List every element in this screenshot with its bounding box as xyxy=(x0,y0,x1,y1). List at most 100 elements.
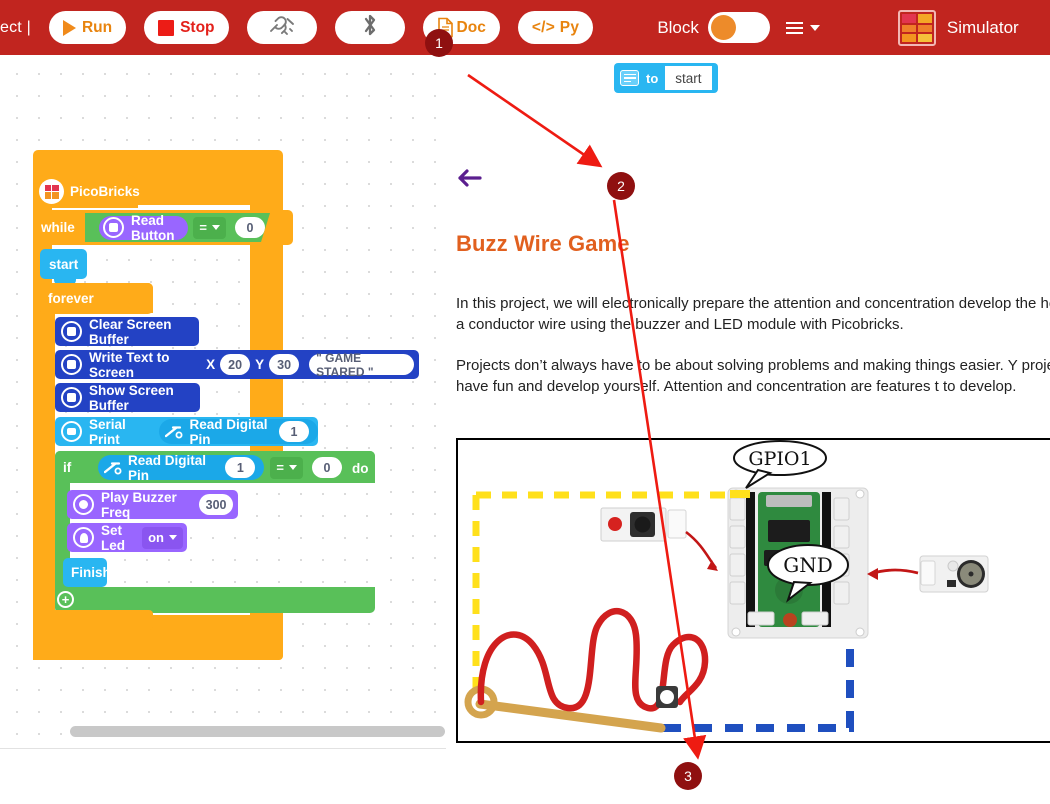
operator-dropdown[interactable]: = xyxy=(193,217,226,239)
page-title: Buzz Wire Game xyxy=(456,231,630,256)
if-operator-label: = xyxy=(276,460,284,475)
workspace-bottom-divider xyxy=(0,748,446,749)
clear-screen-buffer-block[interactable]: Clear Screen Buffer xyxy=(55,316,199,347)
while-bottom-bar xyxy=(33,640,283,660)
forever-label: forever xyxy=(48,291,94,306)
stop-square-icon xyxy=(158,19,175,36)
unplug-icon xyxy=(267,14,297,41)
hamburger-menu-icon xyxy=(785,21,803,34)
play-buzzer-block[interactable]: Play Buzzer Freq 300 xyxy=(67,489,238,520)
write-text-y-field[interactable]: 30 xyxy=(269,354,300,375)
if-label: if xyxy=(63,459,72,475)
if-block-add-bar[interactable] xyxy=(55,588,375,610)
to-start-field[interactable]: start xyxy=(665,66,712,90)
show-screen-buffer-block[interactable]: Show Screen Buffer xyxy=(55,383,200,413)
doc-paragraph-2: Projects don’t always have to be about s… xyxy=(456,357,1050,395)
play-buzzer-label: Play Buzzer Freq xyxy=(101,489,177,520)
serial-print-label: Serial Print xyxy=(89,416,126,447)
if-operator-dropdown[interactable]: = xyxy=(270,457,303,479)
read-button-block[interactable]: Read Button xyxy=(99,216,188,240)
chevron-down-icon xyxy=(212,225,220,230)
if-condition-comparison[interactable]: Read Digital Pin 1 = 0 xyxy=(82,454,347,481)
back-arrow-icon[interactable] xyxy=(456,167,482,194)
if-read-digital-pin-block[interactable]: Read Digital Pin 1 xyxy=(98,455,264,480)
simulator-label: Simulator xyxy=(946,17,1019,37)
digital-pin-number-field[interactable]: 1 xyxy=(279,421,309,442)
project-name-field[interactable]: ect | xyxy=(0,19,31,37)
bluetooth-icon xyxy=(361,13,379,42)
set-led-state-label: on xyxy=(148,530,164,545)
badge-2-number: 2 xyxy=(617,178,625,194)
documentation-panel[interactable]: to start Buzz Wire Game In this project,… xyxy=(446,55,1050,804)
if-do-label-wrap: do xyxy=(352,459,372,477)
to-label: to xyxy=(646,70,659,86)
clear-screen-label: Clear Screen Buffer xyxy=(89,316,172,347)
svg-text:GPIO1: GPIO1 xyxy=(748,448,811,470)
start-block[interactable]: start xyxy=(40,249,87,285)
chevron-down-icon xyxy=(169,535,177,540)
simulator-button[interactable]: Simulator xyxy=(897,9,1019,46)
run-button[interactable]: Run xyxy=(48,11,127,44)
python-button[interactable]: </> Py xyxy=(517,11,594,44)
annotation-badge-1: 1 xyxy=(425,29,453,57)
connect-button[interactable] xyxy=(246,11,317,44)
comment-icon xyxy=(620,70,639,86)
block-workspace[interactable]: PicoBricks while Read Button = 0 start f… xyxy=(0,55,446,749)
forever-bottom-bar xyxy=(40,610,153,630)
digital-pin-icon xyxy=(165,424,184,439)
app-root: ect | Run Stop Doc </> Py Block Simulato… xyxy=(0,0,1050,804)
play-icon xyxy=(62,19,76,36)
button-module-icon xyxy=(103,217,124,238)
doc-label: Doc xyxy=(456,18,486,36)
menu-button[interactable] xyxy=(785,21,820,34)
workspace-horizontal-scrollbar[interactable] xyxy=(70,726,445,737)
if-read-digital-pin-label: Read Digital Pin xyxy=(128,452,207,483)
write-text-string-field[interactable]: " GAME STARED " xyxy=(309,351,414,379)
led-module-icon xyxy=(73,527,94,548)
serial-module-icon xyxy=(61,421,82,442)
buzzer-module-icon xyxy=(73,494,94,515)
add-condition-icon[interactable]: + xyxy=(57,591,74,608)
oled-module-icon xyxy=(61,354,82,375)
project-name-text: ect | xyxy=(0,18,31,36)
badge-3-number: 3 xyxy=(684,768,692,784)
serial-print-block[interactable]: Serial Print Read Digital Pin 1 xyxy=(55,416,318,447)
read-digital-pin-label: Read Digital Pin xyxy=(189,416,268,447)
oled-module-icon xyxy=(61,387,82,408)
write-text-x-field[interactable]: 20 xyxy=(220,354,251,375)
python-label: </> Py xyxy=(531,18,580,36)
wiring-diagram-image: GPIO1 GND xyxy=(456,438,1050,743)
set-led-label: Set Led xyxy=(101,522,126,553)
block-mode-toggle[interactable] xyxy=(707,12,770,43)
write-text-y-label: Y xyxy=(255,357,265,372)
bluetooth-button[interactable] xyxy=(334,11,405,44)
buzzer-freq-field[interactable]: 300 xyxy=(199,494,233,515)
finish-block[interactable]: Finish xyxy=(63,558,111,587)
annotation-badge-2: 2 xyxy=(607,172,635,200)
set-led-block[interactable]: Set Led on xyxy=(67,522,187,553)
write-text-to-screen-block[interactable]: Write Text to Screen X 20 Y 30 " GAME ST… xyxy=(55,349,419,380)
toggle-knob xyxy=(710,15,736,40)
equals-comparison-block[interactable]: Read Button = 0 xyxy=(85,213,270,242)
finish-label: Finish xyxy=(71,565,111,580)
while-label: while xyxy=(41,220,75,235)
chevron-down-icon xyxy=(289,465,297,470)
doc-paragraph-1: In this project, we will electronically … xyxy=(456,295,1050,333)
if-digital-pin-number-field[interactable]: 1 xyxy=(225,457,255,478)
stop-button[interactable]: Stop xyxy=(144,11,229,44)
svg-text:GND: GND xyxy=(783,553,833,577)
if-compare-value-field[interactable]: 0 xyxy=(312,457,342,478)
run-label: Run xyxy=(81,18,113,36)
forever-header[interactable]: forever xyxy=(40,283,153,314)
write-text-label: Write Text to Screen xyxy=(89,349,170,380)
top-toolbar: ect | Run Stop Doc </> Py Block Simulato… xyxy=(0,0,1050,55)
operator-label: = xyxy=(199,220,207,235)
set-led-state-dropdown[interactable]: on xyxy=(142,526,183,549)
oled-module-icon xyxy=(61,321,82,342)
compare-value-field[interactable]: 0 xyxy=(235,217,265,238)
digital-pin-icon xyxy=(104,460,123,475)
read-digital-pin-block[interactable]: Read Digital Pin 1 xyxy=(159,416,318,447)
comment-to-start-block[interactable]: to start xyxy=(614,63,718,93)
picobricks-hat-block[interactable]: PicoBricks xyxy=(33,175,140,208)
write-text-x-label: X xyxy=(206,357,216,372)
